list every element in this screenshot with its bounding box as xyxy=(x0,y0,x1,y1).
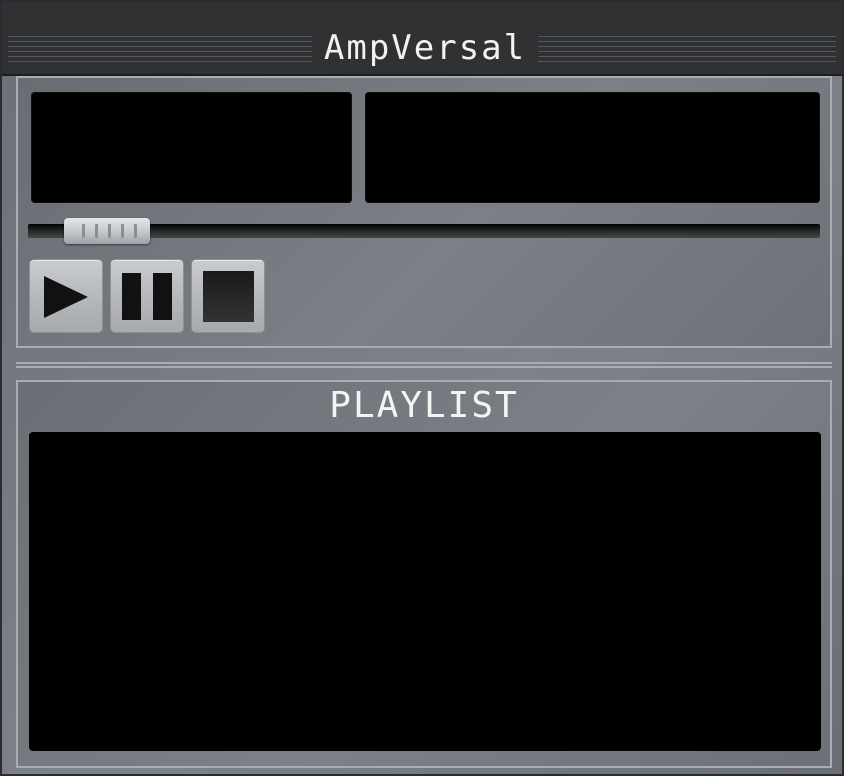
player-panel xyxy=(16,76,832,348)
play-button[interactable] xyxy=(29,259,103,333)
grip-line xyxy=(95,224,98,238)
grip-line xyxy=(108,224,111,238)
stop-button[interactable] xyxy=(191,259,265,333)
stop-icon xyxy=(203,271,254,322)
title-bar-grip-left xyxy=(8,36,312,66)
grip-line xyxy=(121,224,124,238)
pause-button[interactable] xyxy=(110,259,184,333)
playlist-title: PLAYLIST xyxy=(329,385,519,426)
panel-separator xyxy=(16,362,832,368)
play-icon xyxy=(44,276,88,318)
grip-line xyxy=(82,224,85,238)
app-title: AmpVersal xyxy=(323,28,527,68)
track-info-display xyxy=(31,92,352,203)
playlist-list[interactable] xyxy=(29,432,821,751)
seek-slider-handle[interactable] xyxy=(64,218,150,244)
time-display xyxy=(365,92,820,203)
pause-icon xyxy=(122,273,172,320)
title-bar[interactable]: AmpVersal xyxy=(2,2,842,76)
title-bar-grip-right xyxy=(538,36,836,66)
grip-line xyxy=(134,224,137,238)
app-window: AmpVersal PLAYLIST xyxy=(0,0,844,776)
playlist-panel: PLAYLIST xyxy=(16,380,832,768)
